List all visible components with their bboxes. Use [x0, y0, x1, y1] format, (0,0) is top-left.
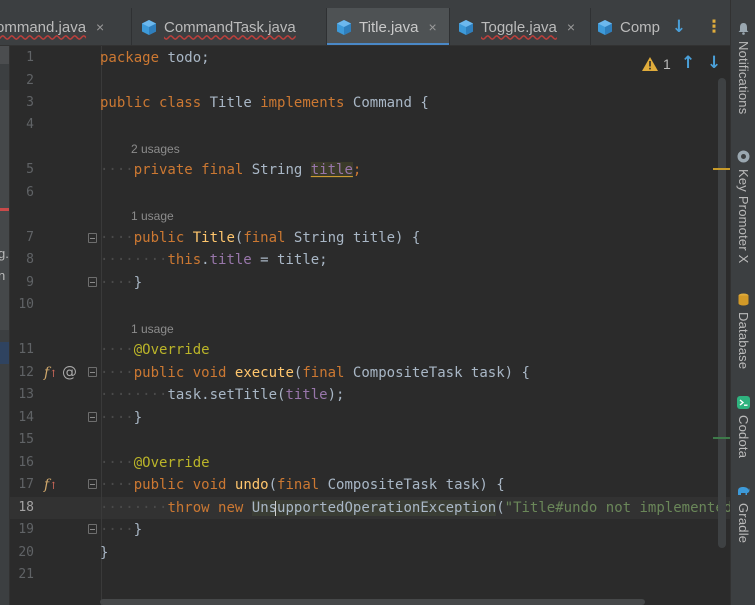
- implements-method-icon[interactable]: 𝑓↑: [44, 474, 58, 498]
- code-line: public class Title implements Command {: [100, 95, 429, 111]
- fold-toggle-icon[interactable]: [88, 524, 97, 534]
- warning-count: 1: [663, 56, 671, 72]
- line-number: 13: [18, 387, 34, 402]
- code-editor[interactable]: 1 2 3 4 5 6 7 8 9 10 11 12 13 14 15 16 1…: [10, 46, 730, 605]
- previous-highlight-arrow-icon[interactable]: ↑: [681, 53, 695, 73]
- line-number: 17: [18, 477, 34, 492]
- line-number: 9: [26, 275, 34, 290]
- next-highlight-arrow-icon[interactable]: ↓: [707, 53, 721, 73]
- window-top-edge: [0, 0, 755, 8]
- more-vertical-icon: ⋮: [705, 17, 723, 37]
- chevron-down-icon: ↓: [671, 17, 687, 37]
- vertical-scrollbar[interactable]: [718, 78, 726, 548]
- usage-hint[interactable]: 1 usage: [131, 321, 174, 337]
- tab-composite-java[interactable]: Comp: [591, 8, 663, 45]
- code-line: ····}: [100, 410, 143, 426]
- tab-commandtask-java[interactable]: CommandTask.java: [132, 8, 326, 45]
- key-promoter-icon: [737, 150, 750, 163]
- right-tool-window-strip: Notifications Key Promoter X Database Co…: [730, 0, 755, 605]
- tab-command-java[interactable]: ommand.java ×: [0, 8, 129, 45]
- line-number: 19: [18, 522, 34, 537]
- tool-database[interactable]: Database: [731, 293, 755, 369]
- line-number: 4: [26, 117, 34, 132]
- line-number: 15: [18, 432, 34, 447]
- line-number: 5: [26, 162, 34, 177]
- code-line: ········task.setTitle(title);: [100, 387, 345, 403]
- code-line: ········this.title = title;: [100, 252, 328, 268]
- project-panel-edge[interactable]: g. n: [0, 46, 10, 605]
- java-class-icon: [337, 19, 351, 35]
- line-number: 11: [18, 342, 34, 357]
- tab-label: Comp: [620, 18, 661, 36]
- line-number: 3: [26, 95, 34, 110]
- close-icon[interactable]: ×: [567, 19, 575, 35]
- close-icon[interactable]: ×: [428, 19, 436, 35]
- tab-label: ommand.java: [0, 18, 87, 36]
- warning-icon: [642, 57, 658, 71]
- warning-stripe-marker[interactable]: [713, 168, 730, 170]
- tool-gradle[interactable]: Gradle: [731, 484, 755, 543]
- tool-key-promoter-x[interactable]: Key Promoter X: [731, 150, 755, 264]
- java-class-icon: [459, 19, 473, 35]
- horizontal-scrollbar[interactable]: [100, 599, 645, 605]
- code-line: package todo;: [100, 50, 210, 66]
- code-line: ········throw new UnsupportedOperationEx…: [100, 500, 730, 516]
- line-number: 10: [18, 297, 34, 312]
- database-icon: [738, 293, 749, 306]
- code-line: ····@Override: [100, 342, 210, 358]
- line-number: 18: [18, 500, 34, 515]
- line-number: 1: [26, 50, 34, 65]
- line-number: 7: [26, 230, 34, 245]
- line-number: 12: [18, 365, 34, 380]
- bell-icon: [738, 23, 749, 35]
- line-number: 20: [18, 545, 34, 560]
- tab-label: Toggle.java: [481, 18, 557, 36]
- tab-toggle-java[interactable]: Toggle.java ×: [450, 8, 590, 45]
- fold-toggle-icon[interactable]: [88, 479, 97, 489]
- tab-title-java[interactable]: Title.java ×: [327, 8, 449, 45]
- tab-actions-button[interactable]: ⋮: [703, 16, 725, 38]
- usage-hint[interactable]: 1 usage: [131, 208, 174, 224]
- java-class-icon: [598, 19, 612, 35]
- line-number: 6: [26, 185, 34, 200]
- annotation-gutter-icon[interactable]: @: [62, 361, 77, 383]
- project-tree-fragment: n: [0, 268, 5, 283]
- line-number: 14: [18, 410, 34, 425]
- gradle-elephant-icon: [738, 487, 750, 495]
- usage-hint[interactable]: 2 usages: [131, 141, 180, 157]
- code-line: ····public void execute(final CompositeT…: [100, 365, 530, 381]
- implements-method-icon[interactable]: 𝑓↑: [44, 362, 58, 386]
- line-number: 16: [18, 455, 34, 470]
- editor-tab-bar: ommand.java × CommandTask.java Title.jav…: [0, 8, 730, 46]
- line-number: 2: [26, 73, 34, 88]
- java-class-icon: [142, 19, 156, 35]
- change-stripe-marker[interactable]: [713, 437, 730, 439]
- tool-codota[interactable]: Codota: [731, 396, 755, 458]
- close-icon[interactable]: ×: [96, 19, 104, 35]
- fold-toggle-icon[interactable]: [88, 233, 97, 243]
- line-number: 21: [18, 567, 34, 582]
- code-line: }: [100, 545, 109, 561]
- fold-toggle-icon[interactable]: [88, 367, 97, 377]
- code-line: ····public void undo(final CompositeTask…: [100, 477, 505, 493]
- code-line: ····}: [100, 522, 143, 538]
- code-line: ····private final String title;: [100, 162, 362, 178]
- line-number: 8: [26, 252, 34, 267]
- tool-notifications[interactable]: Notifications: [731, 22, 755, 114]
- codota-icon: [737, 396, 750, 409]
- fold-toggle-icon[interactable]: [88, 277, 97, 287]
- window-title-fragment: [0, 0, 120, 8]
- mouse-ibeam-cursor: [275, 501, 276, 516]
- code-line: ····@Override: [100, 455, 210, 471]
- inspection-widget[interactable]: 1: [642, 54, 671, 74]
- project-tree-fragment: g.: [0, 246, 9, 261]
- code-line: ····public Title(final String title) {: [100, 230, 421, 246]
- tab-label: CommandTask.java: [164, 18, 296, 36]
- tab-label: Title.java: [359, 18, 419, 36]
- show-hidden-tabs-button[interactable]: ↓: [668, 16, 690, 38]
- code-line: ····}: [100, 275, 143, 291]
- fold-toggle-icon[interactable]: [88, 412, 97, 422]
